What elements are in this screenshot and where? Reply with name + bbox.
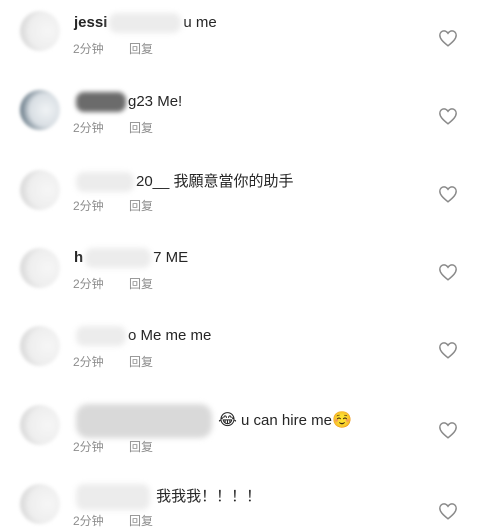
laughing-emoji: 😂 bbox=[218, 411, 237, 429]
reply-button[interactable]: 回复 bbox=[129, 355, 153, 369]
comment-line: 我我我！！！！ bbox=[74, 484, 261, 510]
avatar[interactable] bbox=[20, 405, 60, 445]
smiling-emoji: ☺️ bbox=[331, 411, 352, 429]
comment-meta: 2分钟 回复 bbox=[73, 40, 175, 57]
comment-line: o Me me me bbox=[74, 326, 211, 346]
redaction-mask bbox=[76, 484, 150, 510]
comment-line: h 7 ME bbox=[74, 248, 188, 268]
heart-outline-icon[interactable] bbox=[438, 502, 458, 520]
avatar[interactable] bbox=[20, 90, 60, 130]
redaction-mask bbox=[76, 92, 126, 112]
comment-meta: 2分钟 回复 bbox=[73, 119, 175, 136]
reply-button[interactable]: 回复 bbox=[129, 121, 153, 135]
redaction-mask bbox=[76, 326, 126, 346]
comment-text: u me bbox=[183, 13, 217, 31]
comment-item: o Me me me 2分钟 回复 bbox=[0, 312, 487, 390]
comment-item: 我我我！！！！ 2分钟 回复 bbox=[0, 468, 487, 528]
comment-text: 7 ME bbox=[153, 248, 189, 266]
heart-outline-icon[interactable] bbox=[438, 263, 458, 281]
comment-line: 20__ 我願意當你的助手 bbox=[74, 170, 294, 193]
comment-meta: 2分钟 回复 bbox=[73, 197, 175, 214]
timestamp: 2分钟 bbox=[73, 199, 104, 213]
avatar[interactable] bbox=[20, 11, 60, 51]
comment-text: 20__ 我願意當你的助手 bbox=[136, 173, 294, 190]
comment-item: jessi u me 2分钟 回复 bbox=[0, 0, 487, 78]
heart-outline-icon[interactable] bbox=[438, 185, 458, 203]
reply-button[interactable]: 回复 bbox=[129, 199, 153, 213]
avatar[interactable] bbox=[20, 484, 60, 524]
redaction-mask bbox=[85, 248, 152, 268]
comment-meta: 2分钟 回复 bbox=[73, 275, 175, 292]
avatar[interactable] bbox=[20, 326, 60, 366]
reply-button[interactable]: 回复 bbox=[129, 42, 153, 56]
heart-outline-icon[interactable] bbox=[438, 421, 458, 439]
comment-line: jessi u me bbox=[74, 13, 217, 33]
reply-button[interactable]: 回复 bbox=[129, 514, 153, 528]
timestamp: 2分钟 bbox=[73, 121, 104, 135]
comment-text: g23 Me! bbox=[128, 92, 183, 110]
comment-meta: 2分钟 回复 bbox=[73, 512, 175, 529]
timestamp: 2分钟 bbox=[73, 277, 104, 291]
reply-button[interactable]: 回复 bbox=[129, 440, 153, 454]
heart-outline-icon[interactable] bbox=[438, 29, 458, 47]
comment-item: h 7 ME 2分钟 回复 bbox=[0, 234, 487, 312]
avatar[interactable] bbox=[20, 248, 60, 288]
comment-item: 😂 u can hire me☺️ 2分钟 回复 bbox=[0, 390, 487, 468]
timestamp: 2分钟 bbox=[73, 42, 104, 56]
comment-item: 20__ 我願意當你的助手 2分钟 回复 bbox=[0, 156, 487, 234]
avatar[interactable] bbox=[20, 170, 60, 210]
username[interactable]: h bbox=[74, 249, 83, 266]
timestamp: 2分钟 bbox=[73, 440, 104, 454]
timestamp: 2分钟 bbox=[73, 514, 104, 528]
heart-outline-icon[interactable] bbox=[438, 341, 458, 359]
comment-item: g23 Me! 2分钟 回复 bbox=[0, 78, 487, 156]
redaction-mask bbox=[76, 404, 212, 438]
comment-text: o Me me me bbox=[128, 326, 212, 344]
comment-line: g23 Me! bbox=[74, 92, 182, 112]
comment-text: u can hire me bbox=[241, 411, 332, 429]
heart-outline-icon[interactable] bbox=[438, 107, 458, 125]
comment-line: 😂 u can hire me☺️ bbox=[74, 404, 352, 438]
redaction-mask bbox=[76, 172, 134, 193]
comment-meta: 2分钟 回复 bbox=[73, 353, 175, 370]
reply-button[interactable]: 回复 bbox=[129, 277, 153, 291]
redaction-mask bbox=[109, 13, 182, 33]
comment-meta: 2分钟 回复 bbox=[73, 438, 175, 455]
username[interactable]: jessi bbox=[74, 14, 107, 31]
comment-text: 我我我！！！！ bbox=[156, 487, 262, 505]
timestamp: 2分钟 bbox=[73, 355, 104, 369]
